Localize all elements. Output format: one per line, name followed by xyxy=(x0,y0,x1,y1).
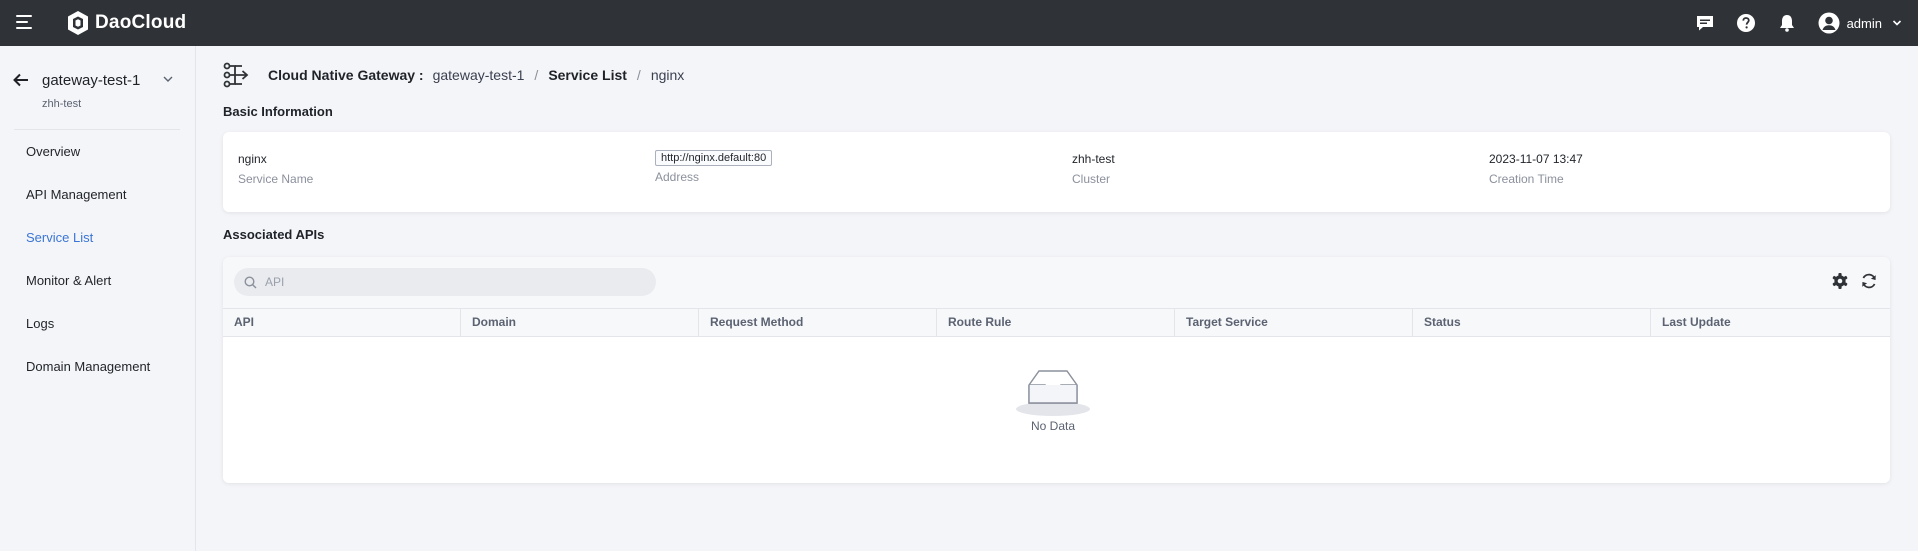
basic-info-card: nginx Service Name http://nginx.default:… xyxy=(223,132,1890,212)
breadcrumb-leaf: nginx xyxy=(650,67,685,83)
column-header-route-rule[interactable]: Route Rule xyxy=(937,309,1175,336)
message-icon[interactable] xyxy=(1695,13,1715,33)
breadcrumb-title: Cloud Native Gateway : xyxy=(268,67,424,83)
column-header-api[interactable]: API xyxy=(223,309,461,336)
column-header-status[interactable]: Status xyxy=(1413,309,1651,336)
empty-text: No Data xyxy=(1030,419,1076,433)
basic-info-title: Basic Information xyxy=(223,104,333,119)
breadcrumb: Cloud Native Gateway : gateway-test-1 / … xyxy=(223,62,684,88)
sidebar-item-api-management[interactable]: API Management xyxy=(0,173,196,216)
bell-icon[interactable] xyxy=(1777,13,1797,33)
sidebar-item-domain-management[interactable]: Domain Management xyxy=(0,345,196,388)
sidebar: gateway-test-1 zhh-test Overview API Man… xyxy=(0,46,196,551)
address-label: Address xyxy=(655,170,700,184)
sidebar-item-overview[interactable]: Overview xyxy=(0,130,196,173)
gateway-icon xyxy=(223,62,249,88)
address-tag: http://nginx.default:80 xyxy=(655,150,773,166)
chevron-down-icon xyxy=(1892,20,1902,26)
sidebar-item-logs[interactable]: Logs xyxy=(0,302,196,345)
info-cluster: zhh-test Cluster xyxy=(1072,152,1115,186)
column-header-domain[interactable]: Domain xyxy=(461,309,699,336)
service-name-value: nginx xyxy=(238,152,267,166)
top-bar: DaoCloud admin xyxy=(0,0,1918,46)
breadcrumb-separator: / xyxy=(636,67,641,83)
empty-state: No Data xyxy=(998,367,1108,433)
refresh-icon[interactable] xyxy=(1860,272,1878,290)
workspace-switcher[interactable]: gateway-test-1 xyxy=(12,68,180,92)
daocloud-logo-icon xyxy=(68,11,88,35)
info-address: http://nginx.default:80 Address xyxy=(655,150,773,184)
breadcrumb-service-list[interactable]: Service List xyxy=(548,67,627,83)
help-icon[interactable] xyxy=(1736,13,1756,33)
column-header-target-service[interactable]: Target Service xyxy=(1175,309,1413,336)
user-menu[interactable]: admin xyxy=(1818,12,1902,34)
cluster-label: Cluster xyxy=(1072,172,1111,186)
creation-time-value: 2023-11-07 13:47 xyxy=(1489,152,1583,166)
brand-logo[interactable]: DaoCloud xyxy=(66,10,186,36)
search-icon xyxy=(244,275,257,288)
brand-name: DaoCloud xyxy=(95,12,187,33)
table-tools xyxy=(1820,272,1878,290)
breadcrumb-gateway[interactable]: gateway-test-1 xyxy=(433,67,525,83)
menu-icon[interactable] xyxy=(16,14,34,30)
settings-gear-icon[interactable] xyxy=(1831,272,1849,290)
user-name: admin xyxy=(1846,15,1882,31)
workspace-name: gateway-test-1 xyxy=(42,71,141,89)
top-actions: admin xyxy=(1695,0,1918,46)
breadcrumb-separator: / xyxy=(534,67,539,83)
sidebar-item-service-list[interactable]: Service List xyxy=(0,216,196,259)
empty-inbox-icon xyxy=(1016,370,1090,416)
associated-apis-card: API Domain Request Method Route Rule Tar… xyxy=(223,257,1890,483)
table-body: No Data xyxy=(223,337,1890,483)
back-arrow-icon[interactable] xyxy=(12,72,30,88)
search-input[interactable] xyxy=(265,275,645,289)
main-content: Cloud Native Gateway : gateway-test-1 / … xyxy=(197,46,1918,551)
chevron-down-icon[interactable] xyxy=(162,73,174,85)
workspace-cluster: zhh-test xyxy=(42,98,82,110)
sidebar-nav: Overview API Management Service List Mon… xyxy=(0,130,196,388)
service-name-label: Service Name xyxy=(238,172,314,186)
info-creation-time: 2023-11-07 13:47 Creation Time xyxy=(1489,152,1583,186)
api-search xyxy=(234,268,656,296)
cluster-value: zhh-test xyxy=(1072,152,1115,166)
column-header-request-method[interactable]: Request Method xyxy=(699,309,937,336)
user-avatar-icon xyxy=(1818,12,1840,34)
associated-apis-title: Associated APIs xyxy=(223,227,325,242)
sidebar-item-monitor-alert[interactable]: Monitor & Alert xyxy=(0,259,196,302)
table-header: API Domain Request Method Route Rule Tar… xyxy=(223,308,1890,337)
creation-time-label: Creation Time xyxy=(1489,172,1564,186)
column-header-last-update[interactable]: Last Update xyxy=(1651,309,1890,336)
info-service-name: nginx Service Name xyxy=(238,152,313,186)
